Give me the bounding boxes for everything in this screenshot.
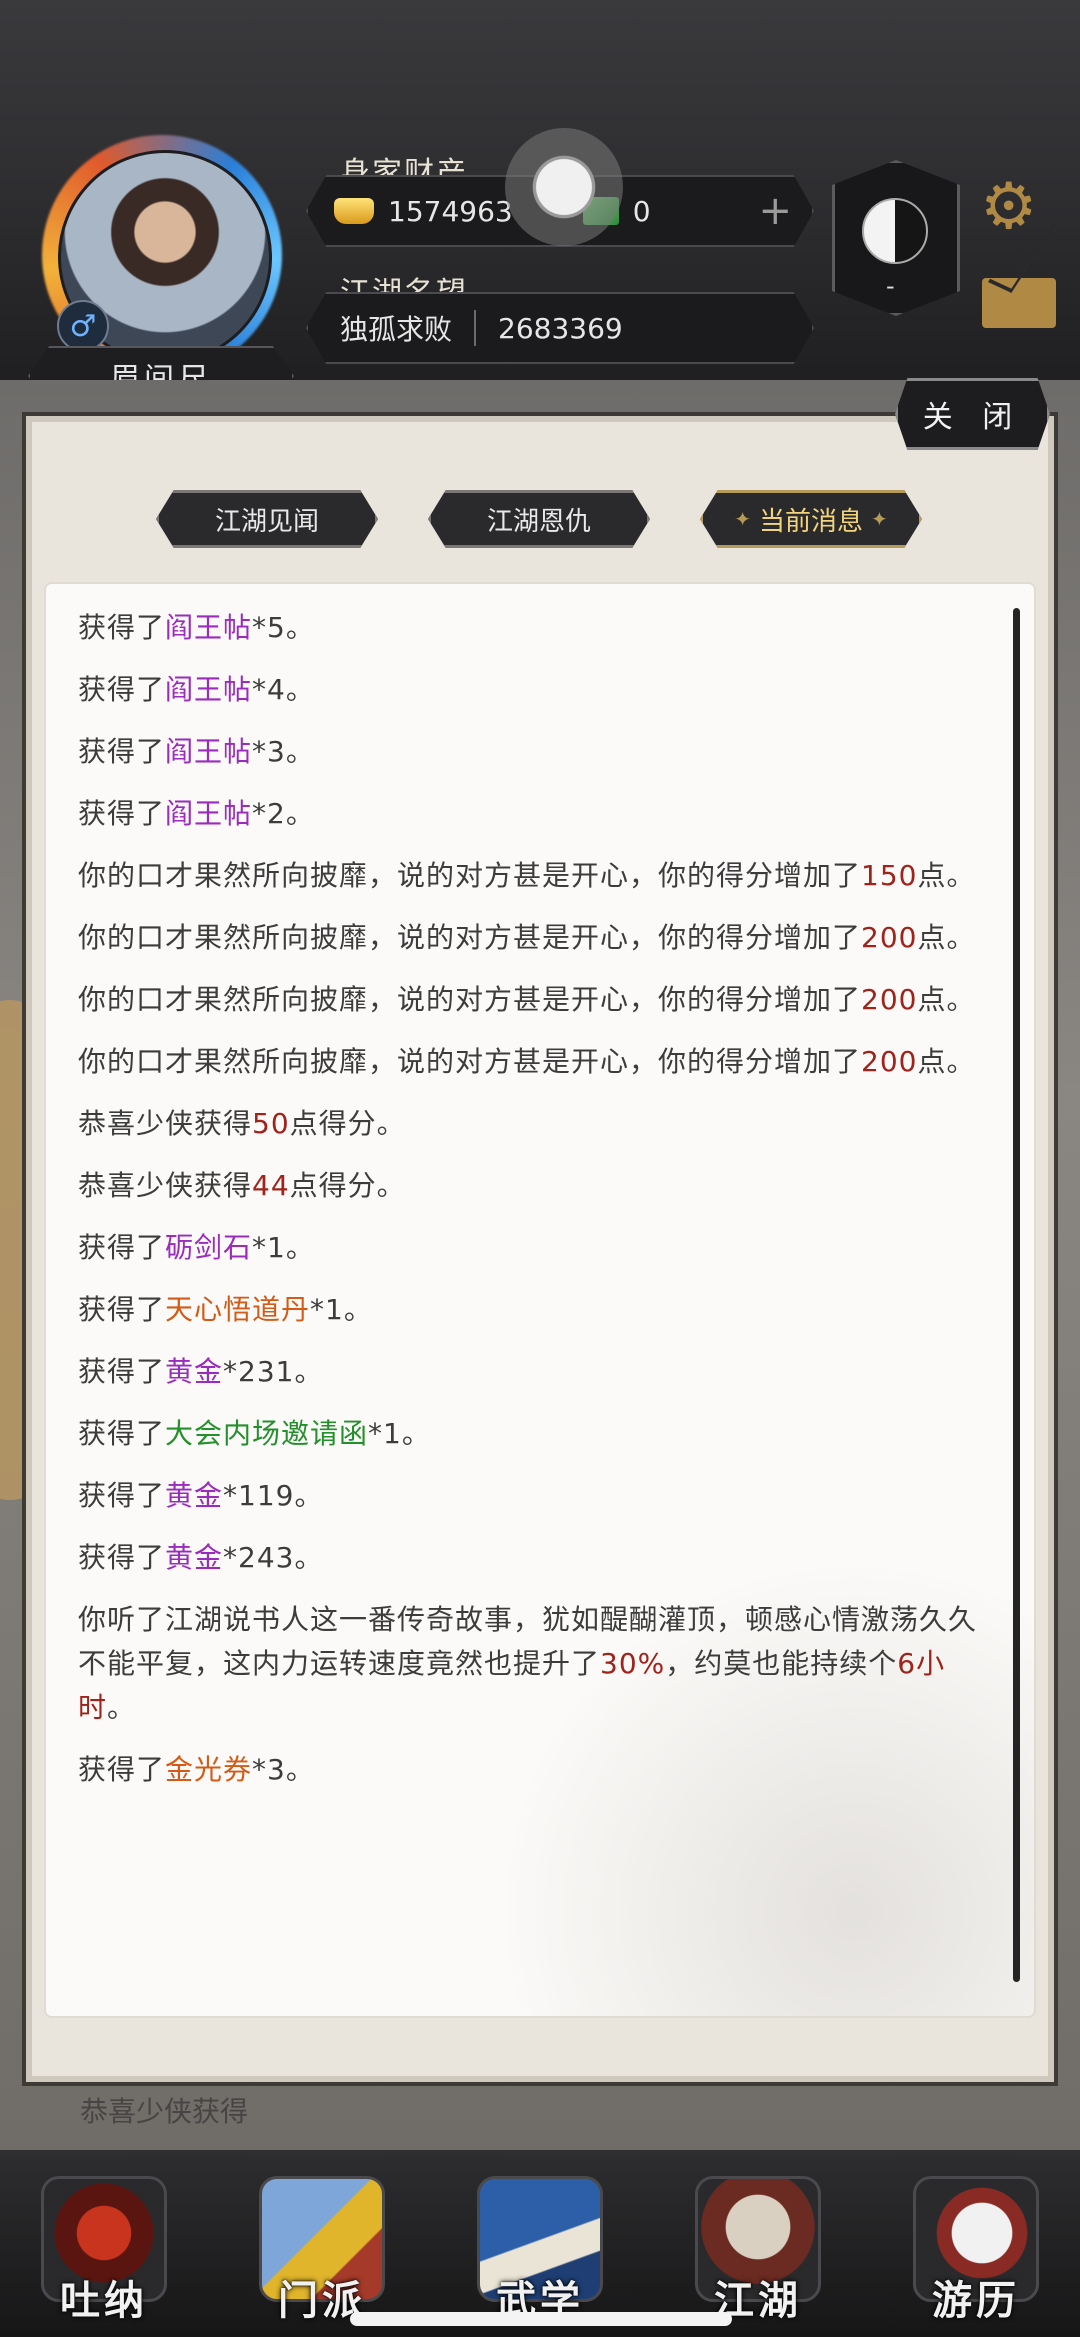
tab-label: 当前消息: [758, 506, 863, 537]
list-item: 获得了金光券*3。: [78, 1753, 315, 1786]
gender-male-icon: ♂: [57, 300, 109, 352]
list-item: 你听了江湖说书人这一番传奇故事，犹如醍醐灌顶，顿感心情激荡久久不能平复，这内力运…: [78, 1603, 978, 1724]
ticket-amount: 0: [632, 194, 651, 228]
home-indicator[interactable]: [350, 2312, 732, 2326]
list-item: 你的口才果然所向披靡，说的对方甚是开心，你的得分增加了150点。: [78, 859, 976, 892]
gold-ingot-icon: [334, 198, 374, 224]
list-item: 你的口才果然所向披靡，说的对方甚是开心，你的得分增加了200点。: [78, 983, 976, 1016]
list-item: 获得了大会内场邀请函*1。: [78, 1417, 431, 1450]
list-item: 获得了砺剑石*1。: [78, 1231, 315, 1264]
list-item: 获得了黄金*231。: [78, 1355, 324, 1388]
recharge-plus-button[interactable]: +: [758, 188, 792, 234]
tab-label: 江湖恩仇: [486, 506, 591, 537]
list-item: 获得了黄金*243。: [78, 1541, 324, 1574]
taiji-caption: -: [886, 272, 895, 300]
gold-amount: 1574963: [388, 194, 513, 228]
tab-label: 江湖见闻: [214, 506, 319, 537]
mail-icon[interactable]: [982, 278, 1056, 328]
taiji-icon: [862, 198, 928, 264]
scrollbar[interactable]: [1013, 608, 1020, 1982]
nav-item-menpai[interactable]: 门派: [252, 2176, 392, 2326]
nav-label: 吐纳: [60, 2278, 148, 2324]
nav-item-wuxue[interactable]: 武学: [470, 2176, 610, 2326]
list-item: 获得了阎王帖*3。: [78, 735, 315, 768]
floating-assistive-button[interactable]: [505, 128, 623, 246]
background-message: 恭喜少侠获得: [80, 2095, 249, 2128]
reputation-value: 2683369: [498, 311, 623, 345]
list-item: 你的口才果然所向披靡，说的对方甚是开心，你的得分增加了200点。: [78, 921, 976, 954]
nav-item-tuna[interactable]: 吐纳: [34, 2176, 174, 2326]
tab-jianghu-news[interactable]: 江湖见闻: [156, 490, 378, 548]
nav-label: 游历: [932, 2278, 1020, 2324]
list-item: 恭喜少侠获得50点得分。: [78, 1107, 406, 1140]
list-item: 获得了阎王帖*4。: [78, 673, 315, 706]
tab-jianghu-feuds[interactable]: 江湖恩仇: [428, 490, 650, 548]
list-item: 你的口才果然所向披靡，说的对方甚是开心，你的得分增加了200点。: [78, 1045, 976, 1078]
divider: [474, 310, 477, 346]
tab-current-messages[interactable]: ✦ 当前消息 ✦: [700, 490, 922, 548]
reputation-title: 独孤求败: [340, 313, 453, 346]
close-button[interactable]: 关 闭: [895, 378, 1050, 450]
list-item: 获得了黄金*119。: [78, 1479, 324, 1512]
ornament-icon: ✦: [871, 507, 888, 531]
ornament-icon: ✦: [734, 507, 751, 531]
list-item: 获得了阎王帖*5。: [78, 611, 315, 644]
list-item: 获得了阎王帖*2。: [78, 797, 315, 830]
nav-item-youli[interactable]: 游历: [906, 2176, 1046, 2326]
list-item: 获得了天心悟道丹*1。: [78, 1293, 373, 1326]
nav-item-jianghu[interactable]: 江湖: [688, 2176, 828, 2326]
reputation-bar: 独孤求败 2683369: [306, 292, 814, 364]
message-list: 获得了阎王帖*5。 获得了阎王帖*4。 获得了阎王帖*3。 获得了阎王帖*2。 …: [78, 606, 998, 1810]
list-item: 恭喜少侠获得44点得分。: [78, 1169, 406, 1202]
